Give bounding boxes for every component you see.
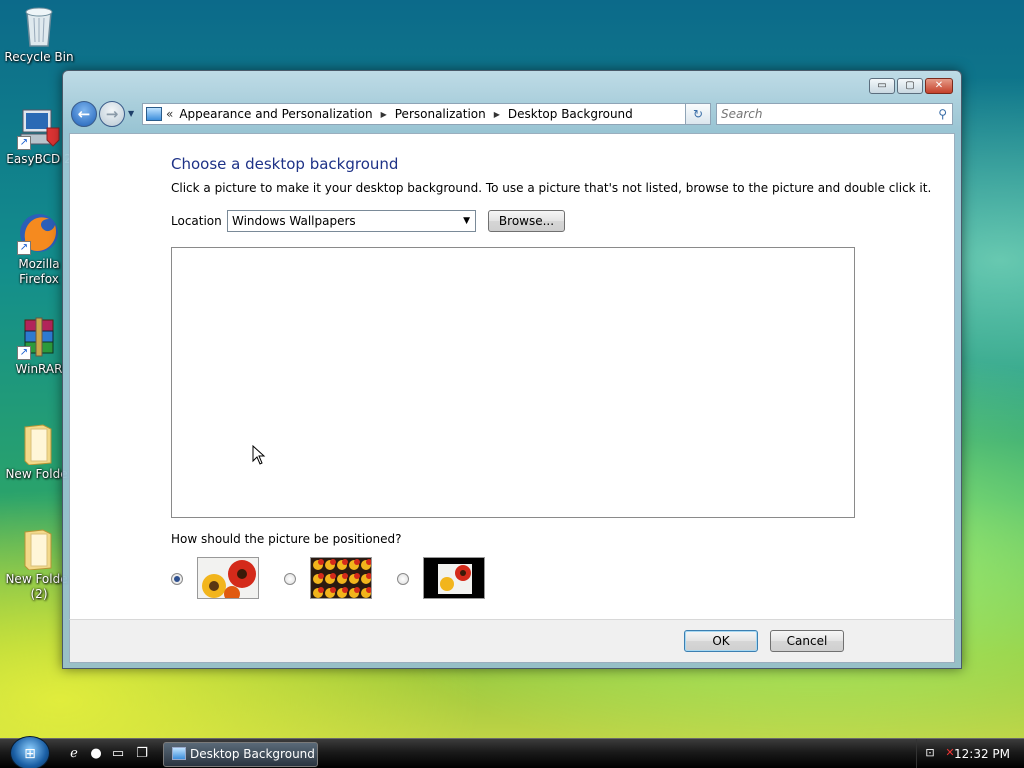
location-dropdown[interactable]: Windows Wallpapers ▼: [227, 210, 476, 232]
chevron-down-icon: ▼: [128, 109, 135, 118]
browse-button[interactable]: Browse...: [488, 210, 565, 232]
back-arrow-icon: ←: [77, 105, 91, 123]
position-question: How should the picture be positioned?: [171, 532, 402, 546]
refresh-icon: ↻: [692, 107, 704, 121]
location-label: Location: [171, 214, 222, 228]
internet-explorer-icon[interactable]: ℯ: [66, 746, 82, 762]
forward-button[interactable]: →: [99, 101, 125, 127]
firefox-icon[interactable]: ●: [88, 746, 104, 762]
maximize-button[interactable]: ▢: [897, 78, 923, 94]
system-tray: ⊡ ✕ 12:32 PM: [916, 739, 1024, 768]
breadcrumb-desktop-background[interactable]: Desktop Background: [508, 107, 633, 121]
search-input[interactable]: [721, 107, 921, 121]
recycle-bin-icon: [17, 4, 61, 48]
page-description: Click a picture to make it your desktop …: [171, 181, 932, 195]
clock[interactable]: 12:32 PM: [954, 747, 1010, 761]
ok-button[interactable]: OK: [684, 630, 758, 652]
recent-pages-dropdown[interactable]: ▼: [128, 109, 134, 118]
firefox-icon: ↗: [17, 211, 61, 255]
minimize-button[interactable]: ▭: [869, 78, 895, 94]
picture-list[interactable]: [171, 247, 855, 518]
thumbnail-fit-to-screen[interactable]: [197, 557, 259, 599]
caption-buttons: ▭ ▢ ✕: [869, 78, 953, 94]
forward-arrow-icon: →: [105, 105, 119, 123]
thumbnail-center[interactable]: [423, 557, 485, 599]
desktop-icon-label: WinRAR: [15, 362, 63, 376]
address-bar[interactable]: « Appearance and Personalization ▶ Perso…: [142, 103, 711, 125]
desktop-icon-label: Mozilla Firefox: [18, 257, 60, 286]
back-button[interactable]: ←: [71, 101, 97, 127]
easybcd-icon: ↗: [17, 106, 61, 150]
taskbar-item-label: Desktop Background: [190, 747, 315, 761]
desktop-background-window: ▭ ▢ ✕ ← → ▼ « Appearance and Personaliza…: [62, 70, 962, 669]
chevron-down-icon: ▼: [463, 216, 470, 226]
breadcrumb-appearance[interactable]: Appearance and Personalization: [179, 107, 372, 121]
main-content: Choose a desktop background Click a pict…: [69, 133, 955, 619]
control-panel-icon: [172, 747, 186, 760]
folder-icon: [17, 526, 61, 571]
folder-icon: [17, 421, 61, 466]
start-button[interactable]: ⊞: [10, 736, 50, 768]
address-root-chevron[interactable]: «: [166, 107, 173, 121]
shortcut-arrow-icon: ↗: [17, 241, 31, 255]
taskbar-item-desktop-background[interactable]: Desktop Background: [163, 742, 318, 767]
search-icon[interactable]: ⚲: [938, 104, 947, 124]
radio-tile[interactable]: [284, 573, 296, 585]
breadcrumb-personalization[interactable]: Personalization: [395, 107, 486, 121]
windows-logo-icon: ⊞: [24, 746, 36, 762]
radio-fit-to-screen[interactable]: [171, 573, 183, 585]
dialog-footer: OK Cancel: [69, 619, 955, 663]
thumbnail-tile[interactable]: [310, 557, 372, 599]
close-icon: ✕: [934, 80, 944, 91]
show-desktop-icon[interactable]: ▭: [110, 746, 126, 762]
navigation-bar: ← → ▼ « Appearance and Personalization ▶…: [71, 101, 953, 128]
breadcrumb-separator-icon[interactable]: ▶: [494, 110, 500, 119]
page-title: Choose a desktop background: [171, 155, 399, 173]
radio-center[interactable]: [397, 573, 409, 585]
desktop-icon-label: Recycle Bin: [4, 50, 74, 64]
search-box[interactable]: ⚲: [716, 103, 953, 125]
network-icon[interactable]: ⊡: [923, 746, 937, 760]
refresh-button[interactable]: ↻: [685, 103, 711, 125]
breadcrumb-separator-icon[interactable]: ▶: [381, 110, 387, 119]
minimize-icon: ▭: [877, 80, 887, 91]
maximize-icon: ▢: [905, 80, 915, 91]
shortcut-arrow-icon: ↗: [17, 346, 31, 360]
switch-windows-icon[interactable]: ❐: [134, 746, 150, 762]
close-button[interactable]: ✕: [925, 78, 953, 94]
control-panel-icon: [146, 107, 162, 121]
winrar-icon: ↗: [17, 316, 61, 360]
shortcut-arrow-icon: ↗: [17, 136, 31, 150]
cancel-button[interactable]: Cancel: [770, 630, 844, 652]
taskbar: ⊞ ℯ ● ▭ ❐ Desktop Background ⊡ ✕ 12:32 P…: [0, 736, 1024, 768]
desktop-icon-recycle-bin[interactable]: Recycle Bin: [0, 4, 78, 65]
location-value: Windows Wallpapers: [232, 214, 356, 228]
